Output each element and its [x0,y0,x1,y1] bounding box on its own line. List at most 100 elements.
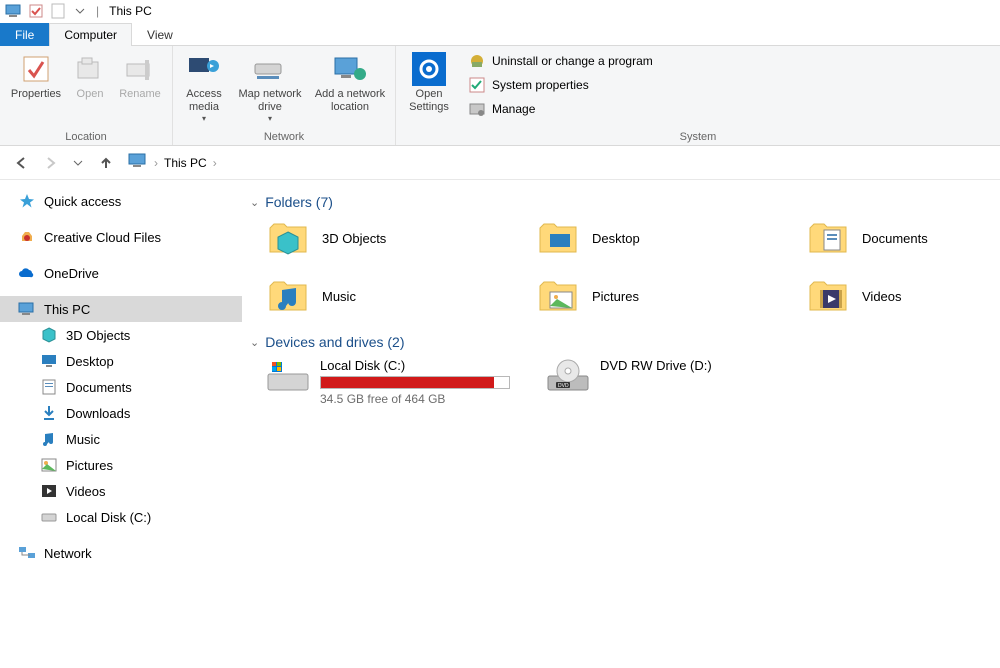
sidebar-item-label: Pictures [66,458,113,473]
tab-file[interactable]: File [0,23,49,46]
music-icon [40,430,58,448]
drive-name: Local Disk (C:) [320,358,520,373]
tab-computer[interactable]: Computer [49,23,132,46]
add-network-location-button[interactable]: Add a network location [311,50,389,115]
folder-icon [266,218,310,258]
drive-usage-bar [320,376,510,389]
star-icon [18,192,36,210]
sidebar-item-label: Network [44,546,92,561]
system-properties-label: System properties [492,78,589,92]
ribbon-group-network: Access media ▾ Map network drive ▾ Add a… [173,46,396,145]
recent-locations-button[interactable] [66,151,90,175]
sidebar-item-downloads[interactable]: Downloads [0,400,242,426]
dvd-drive-icon: DVD [546,358,590,398]
folder-icon [806,276,850,316]
folder-label: Documents [862,231,928,246]
drive-dvd-rw[interactable]: DVD DVD RW Drive (D:) [546,358,806,406]
ribbon-group-system-label: System [402,129,994,143]
ribbon-group-location: Properties Open Rename Location [0,46,173,145]
chevron-down-icon: ⌄ [250,336,259,349]
system-properties-button[interactable]: System properties [462,74,659,96]
sidebar-item-documents[interactable]: Documents [0,374,242,400]
breadcrumb[interactable]: › This PC › [128,153,217,172]
manage-button[interactable]: Manage [462,98,659,120]
svg-text:DVD: DVD [558,383,569,389]
drive-local-disk-c[interactable]: Local Disk (C:) 34.5 GB free of 464 GB [266,358,526,406]
rename-button[interactable]: Rename [114,50,166,103]
manage-icon [468,100,486,118]
ribbon-group-system: Open Settings Uninstall or change a prog… [396,46,1000,145]
folder-3d-objects[interactable]: 3D Objects [266,218,506,258]
map-network-drive-button[interactable]: Map network drive ▾ [231,50,309,124]
map-drive-label: Map network drive [233,88,307,113]
videos-icon [40,482,58,500]
dropdown-arrow-icon: ▾ [202,114,206,123]
drive-icon [40,508,58,526]
app-icon [4,1,24,21]
tab-file-label: File [15,28,34,42]
folder-icon [536,218,580,258]
up-button[interactable] [94,151,118,175]
rename-icon [123,52,157,86]
drive-usage-fill [321,377,494,388]
sidebar-item-music[interactable]: Music [0,426,242,452]
sidebar-item-quick-access[interactable]: Quick access [0,188,242,214]
properties-label: Properties [11,88,61,101]
rename-label: Rename [119,88,161,101]
pictures-icon [40,456,58,474]
open-label: Open [77,88,104,101]
pc-icon [128,153,148,172]
uninstall-program-button[interactable]: Uninstall or change a program [462,50,659,72]
qat-new-icon[interactable] [48,1,68,21]
folder-music[interactable]: Music [266,276,506,316]
qat-dropdown-icon[interactable] [70,1,90,21]
sidebar-item-label: 3D Objects [66,328,130,343]
folder-pictures[interactable]: Pictures [536,276,776,316]
access-media-button[interactable]: Access media ▾ [179,50,229,124]
section-drives-label: Devices and drives (2) [265,334,404,350]
folder-label: Pictures [592,289,639,304]
chevron-right-icon[interactable]: › [213,156,217,170]
open-button[interactable]: Open [68,50,112,103]
folder-desktop[interactable]: Desktop [536,218,776,258]
access-media-label: Access media [181,88,227,113]
sidebar-item-this-pc[interactable]: This PC [0,296,242,322]
sidebar-item-3d-objects[interactable]: 3D Objects [0,322,242,348]
forward-button[interactable] [38,151,62,175]
sidebar-item-pictures[interactable]: Pictures [0,452,242,478]
chevron-right-icon[interactable]: › [154,156,158,170]
sidebar-item-videos[interactable]: Videos [0,478,242,504]
open-icon [73,52,107,86]
properties-button[interactable]: Properties [6,50,66,103]
sidebar-item-label: Creative Cloud Files [44,230,161,245]
sidebar-item-network[interactable]: Network [0,540,242,566]
network-icon [18,544,36,562]
back-button[interactable] [10,151,34,175]
sidebar-item-label: Local Disk (C:) [66,510,151,525]
sidebar-item-label: Quick access [44,194,121,209]
uninstall-icon [468,52,486,70]
section-folders-header[interactable]: ⌄ Folders (7) [250,194,992,210]
creative-cloud-icon [18,228,36,246]
access-media-icon [187,52,221,86]
tab-view[interactable]: View [132,23,188,46]
sidebar-item-label: Music [66,432,100,447]
folder-label: Music [322,289,356,304]
breadcrumb-root[interactable]: This PC [164,156,207,170]
sidebar-item-desktop[interactable]: Desktop [0,348,242,374]
sidebar-item-onedrive[interactable]: OneDrive [0,260,242,286]
ribbon: Properties Open Rename Location [0,46,1000,146]
folder-videos[interactable]: Videos [806,276,1000,316]
section-drives-header[interactable]: ⌄ Devices and drives (2) [250,334,992,350]
open-settings-label: Open Settings [404,88,454,113]
folder-label: Videos [862,289,902,304]
sidebar-item-creative-cloud[interactable]: Creative Cloud Files [0,224,242,250]
open-settings-button[interactable]: Open Settings [402,50,456,115]
add-location-icon [333,52,367,86]
tab-view-label: View [147,28,173,42]
drive-free-text: 34.5 GB free of 464 GB [320,392,520,406]
sidebar-item-local-disk[interactable]: Local Disk (C:) [0,504,242,530]
sidebar-item-label: OneDrive [44,266,99,281]
qat-properties-icon[interactable] [26,1,46,21]
folder-documents[interactable]: Documents [806,218,1000,258]
